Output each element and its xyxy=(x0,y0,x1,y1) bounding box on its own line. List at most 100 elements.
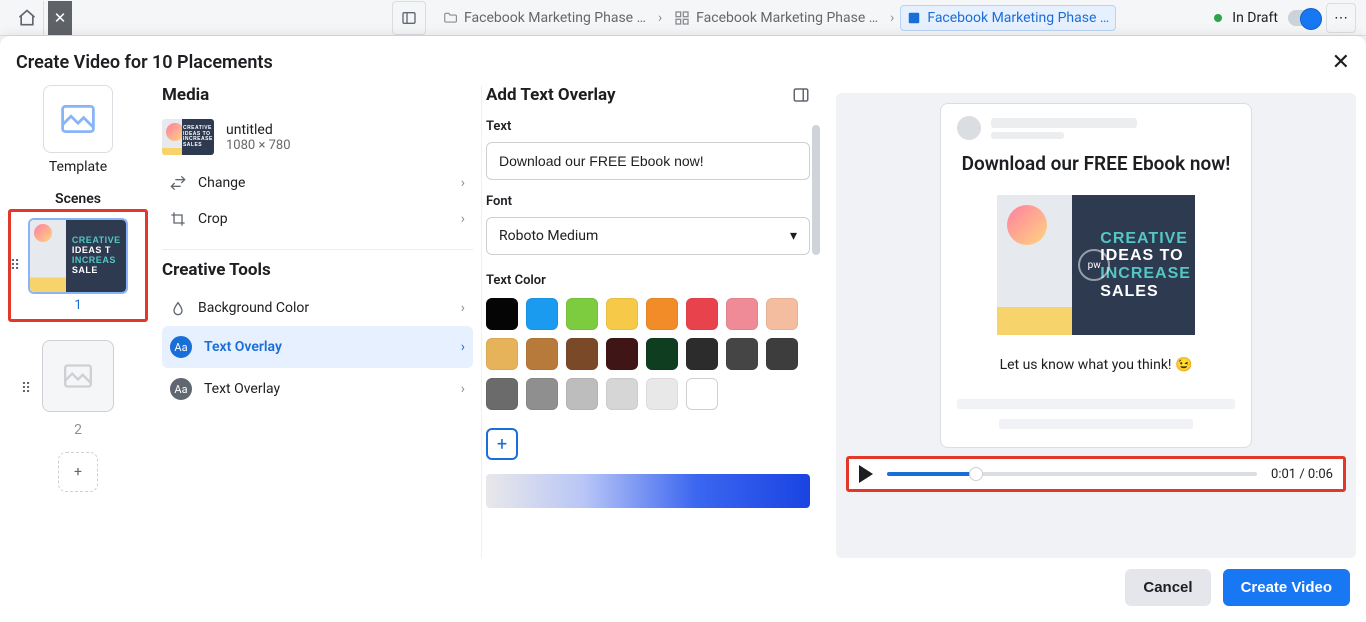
scrollbar[interactable] xyxy=(812,125,820,385)
play-button[interactable] xyxy=(859,465,873,483)
scene-number: 1 xyxy=(74,298,81,313)
scenes-heading: Scenes xyxy=(55,191,101,207)
template-tile[interactable] xyxy=(43,85,113,153)
color-swatch[interactable] xyxy=(606,338,638,370)
text-field-label: Text xyxy=(486,119,810,134)
modal-title: Create Video for 10 Placements xyxy=(16,52,273,73)
chevron-right-icon: › xyxy=(461,339,465,355)
caret-down-icon: ▾ xyxy=(790,228,797,244)
template-label: Template xyxy=(49,159,107,175)
color-swatch[interactable] xyxy=(726,338,758,370)
color-swatch[interactable] xyxy=(486,338,518,370)
modal-header: Create Video for 10 Placements ✕ xyxy=(0,36,1366,85)
color-swatch[interactable] xyxy=(486,298,518,330)
color-swatch[interactable] xyxy=(766,298,798,330)
text-overlay-button-active[interactable]: AaText Overlay › xyxy=(162,326,473,368)
status-text: In Draft xyxy=(1232,10,1278,26)
text-color-label: Text Color xyxy=(486,273,810,288)
progress-knob[interactable] xyxy=(969,467,983,481)
creative-tools-heading: Creative Tools xyxy=(162,260,473,280)
home-icon[interactable] xyxy=(10,1,44,35)
color-swatch[interactable] xyxy=(646,338,678,370)
preview-panel: Download our FREE Ebook now! pw CREATIVE… xyxy=(820,85,1366,558)
status-dot-icon xyxy=(1214,14,1222,22)
chevron-right-icon: › xyxy=(890,10,894,26)
overlay-text-input[interactable] xyxy=(486,142,810,180)
cancel-button[interactable]: Cancel xyxy=(1125,569,1210,606)
panel-toggle-icon[interactable] xyxy=(392,1,426,35)
chevron-right-icon: › xyxy=(461,175,465,191)
drag-handle-icon[interactable]: ⠿ xyxy=(7,258,23,274)
breadcrumb-text: Facebook Marketing Phase … xyxy=(464,10,646,26)
color-swatch[interactable] xyxy=(486,378,518,410)
color-swatch[interactable] xyxy=(646,298,678,330)
scene-tile[interactable]: CREATIVEIDEAS TINCREASSALE xyxy=(28,218,128,294)
color-swatch[interactable] xyxy=(566,378,598,410)
scene-tile-empty[interactable] xyxy=(42,340,114,412)
breadcrumb-item[interactable]: Facebook Marketing Phase … xyxy=(668,6,884,30)
media-dimensions: 1080 × 780 xyxy=(226,138,291,153)
color-swatch[interactable] xyxy=(566,298,598,330)
color-swatch[interactable] xyxy=(526,298,558,330)
preview-headline: Download our FREE Ebook now! xyxy=(957,152,1235,175)
template-scenes-panel: Template Scenes ⠿ CREATIVEIDEAS TINCREAS… xyxy=(0,85,152,558)
change-media-button[interactable]: Change › xyxy=(162,165,473,201)
preview-surface: Download our FREE Ebook now! pw CREATIVE… xyxy=(836,93,1356,558)
add-scene-button[interactable]: + xyxy=(58,452,98,492)
color-swatch[interactable] xyxy=(686,378,718,410)
text-overlay-button[interactable]: AaText Overlay › xyxy=(162,368,473,410)
breadcrumb-text: Facebook Marketing Phase … xyxy=(927,10,1109,26)
chevron-right-icon: › xyxy=(461,211,465,227)
panel-collapse-icon[interactable] xyxy=(792,86,810,104)
chevron-right-icon: › xyxy=(461,300,465,316)
menu-label: Crop xyxy=(198,211,228,227)
media-title: untitled xyxy=(226,122,291,138)
menu-label: Background Color xyxy=(198,300,309,316)
background-color-button[interactable]: Background Color › xyxy=(162,290,473,326)
breadcrumb-item[interactable]: Facebook Marketing Phase … xyxy=(436,6,652,30)
modal-footer: Cancel Create Video xyxy=(0,558,1366,622)
create-video-button[interactable]: Create Video xyxy=(1223,569,1350,606)
chevron-right-icon: › xyxy=(658,10,662,26)
video-player-highlight: 0:01 / 0:06 xyxy=(846,456,1346,492)
overlay-heading: Add Text Overlay xyxy=(486,85,616,105)
color-swatch[interactable] xyxy=(726,298,758,330)
status-block: In Draft ⋯ xyxy=(1214,3,1356,33)
app-top-bar: ✕ Facebook Marketing Phase … › Facebook … xyxy=(0,0,1366,36)
post-preview-card: Download our FREE Ebook now! pw CREATIVE… xyxy=(940,103,1252,448)
color-swatch[interactable] xyxy=(686,298,718,330)
menu-label: Change xyxy=(198,175,245,191)
color-swatch[interactable] xyxy=(646,378,678,410)
color-swatch[interactable] xyxy=(766,338,798,370)
color-swatch[interactable] xyxy=(606,378,638,410)
video-editor-modal: Create Video for 10 Placements ✕ Templat… xyxy=(0,36,1366,622)
add-color-button[interactable]: + xyxy=(486,428,518,460)
progress-bar[interactable] xyxy=(887,472,1257,476)
close-tab-button[interactable]: ✕ xyxy=(48,1,72,35)
status-toggle[interactable] xyxy=(1288,10,1316,26)
preview-creative: pw CREATIVE IDEAS TO INCREASE SALES xyxy=(997,195,1195,335)
avatar xyxy=(957,116,981,140)
scene-number: 2 xyxy=(74,422,82,438)
color-swatch[interactable] xyxy=(526,338,558,370)
color-swatch[interactable] xyxy=(526,378,558,410)
drag-handle-icon[interactable]: ⠿ xyxy=(18,381,34,397)
breadcrumb-text: Facebook Marketing Phase … xyxy=(696,10,878,26)
breadcrumb: Facebook Marketing Phase … › Facebook Ma… xyxy=(436,5,1116,31)
font-select[interactable]: Roboto Medium ▾ xyxy=(486,217,810,255)
breadcrumb-item-active[interactable]: Facebook Marketing Phase … xyxy=(900,5,1116,31)
close-icon[interactable]: ✕ xyxy=(1332,50,1350,75)
color-swatch[interactable] xyxy=(686,338,718,370)
menu-label: Text Overlay xyxy=(204,339,282,355)
media-thumbnail[interactable]: CREATIVEIDEAS TOINCREASESALES xyxy=(162,119,214,155)
color-swatch[interactable] xyxy=(606,298,638,330)
color-gradient-slider[interactable] xyxy=(486,474,810,508)
preview-caption: Let us know what you think! 😉 xyxy=(1000,357,1193,373)
media-panel: Media CREATIVEIDEAS TOINCREASESALES unti… xyxy=(152,85,482,558)
color-swatch-grid xyxy=(486,298,810,418)
crop-media-button[interactable]: Crop › xyxy=(162,201,473,237)
color-swatch[interactable] xyxy=(566,338,598,370)
logo-icon: pw xyxy=(1078,249,1110,281)
more-button[interactable]: ⋯ xyxy=(1326,3,1356,33)
font-value: Roboto Medium xyxy=(499,228,598,244)
